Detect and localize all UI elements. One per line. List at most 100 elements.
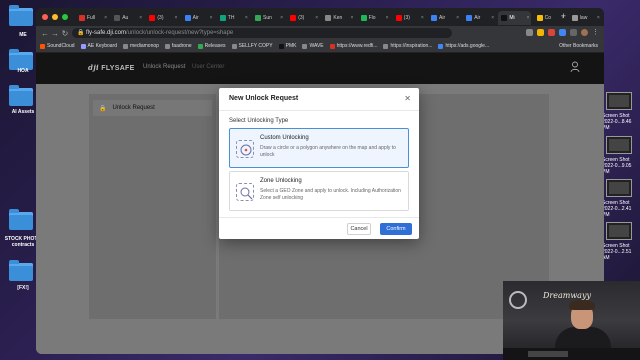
browser-tab[interactable]: Air × — [182, 11, 215, 25]
puzzle-icon[interactable] — [570, 29, 577, 36]
menu-kebab-icon[interactable]: ⋮ — [592, 29, 599, 36]
reload-icon[interactable]: ↻ — [60, 29, 70, 38]
close-tab-icon[interactable]: × — [174, 15, 177, 21]
browser-tab[interactable]: Air × — [463, 11, 496, 25]
divider — [219, 110, 419, 111]
back-icon[interactable]: ← — [40, 29, 50, 38]
option-custom-unlocking[interactable]: Custom Unlocking Draw a circle or a poly… — [229, 128, 409, 168]
browser-tab[interactable]: Ken × — [322, 11, 355, 25]
zoom-window-button[interactable] — [62, 14, 68, 20]
file-label: Screen Shot 2022-0...2.41 PM — [602, 200, 632, 218]
user-icon[interactable] — [570, 61, 580, 73]
extension-icon[interactable] — [559, 29, 566, 36]
bookmark-item[interactable]: Releases — [197, 43, 226, 49]
folder-stock-photo[interactable]: STOCK PHOTO contracts — [5, 209, 41, 248]
close-tab-icon[interactable]: × — [386, 15, 389, 21]
folder-fx[interactable]: [FX!] — [9, 260, 35, 291]
browser-tab[interactable]: (3) × — [393, 11, 426, 25]
tab-label: Mi — [509, 15, 515, 21]
close-tab-icon[interactable]: × — [491, 15, 494, 21]
dji-logo[interactable]: dji FLYSAFE — [88, 63, 135, 72]
lock-icon: 🔒 — [99, 105, 107, 112]
tab-label: Flo — [368, 15, 376, 21]
nav-user-center[interactable]: User Center — [192, 64, 224, 70]
browser-tab[interactable]: law × — [569, 11, 602, 25]
browser-tab[interactable]: Air × — [428, 11, 461, 25]
close-tab-icon[interactable]: × — [280, 15, 283, 21]
image-thumbnail-icon — [606, 92, 632, 110]
desktop-left-icons: ME HOA AI Assets STOCK PHOTO contracts [… — [0, 0, 41, 360]
close-tab-icon[interactable]: × — [315, 15, 318, 21]
bookmark-favicon-icon — [80, 43, 86, 49]
tab-label: (3) — [298, 15, 305, 21]
close-tab-icon[interactable]: × — [421, 15, 424, 21]
browser-tab[interactable]: Full × — [76, 11, 109, 25]
confirm-button[interactable]: Confirm — [380, 223, 412, 235]
geo-zone-icon — [236, 183, 254, 201]
file-label: Screen Shot 2022-0...9.05 PM — [602, 157, 632, 175]
profile-avatar[interactable] — [581, 29, 588, 36]
browser-tab[interactable]: (3) × — [146, 11, 179, 25]
share-icon[interactable] — [526, 29, 533, 36]
bookmark-item[interactable]: https://www.redfi... — [329, 43, 377, 49]
folder-me[interactable]: ME — [9, 5, 35, 38]
person-hair — [569, 300, 595, 310]
browser-tab[interactable]: Flo × — [358, 11, 391, 25]
browser-tab[interactable]: (3) × — [287, 11, 320, 25]
close-tab-icon[interactable]: × — [526, 15, 529, 21]
option-title: Zone Unlocking — [260, 178, 302, 184]
forward-icon[interactable]: → — [50, 29, 60, 38]
favicon-icon — [325, 15, 332, 21]
close-tab-icon[interactable]: × — [104, 15, 107, 21]
folder-hoa[interactable]: HOA — [9, 49, 35, 74]
bookmark-item[interactable]: WAVE — [302, 43, 324, 49]
file-label: Screen Shot 2022-0...2.51 AM — [602, 243, 632, 261]
browser-tab[interactable]: TH × — [217, 11, 250, 25]
browser-tab[interactable]: Au × — [111, 11, 144, 25]
bookmark-label: SELLFY COPY — [238, 43, 273, 49]
folder-icon — [9, 85, 33, 106]
bookmark-item[interactable]: SoundCloud — [40, 43, 75, 49]
bookmark-item[interactable]: AE Keyboard — [80, 43, 117, 49]
bookmark-item[interactable]: faadrone — [164, 43, 192, 49]
favicon-icon — [290, 15, 297, 21]
close-window-button[interactable] — [42, 14, 48, 20]
bookmark-item[interactable]: PMK — [278, 43, 297, 49]
other-bookmarks[interactable]: Other Bookmarks — [559, 43, 598, 49]
lock-icon: 🔒 — [77, 30, 85, 36]
tab-label: Full — [87, 15, 96, 21]
close-tab-icon[interactable]: × — [456, 15, 459, 21]
browser-tab[interactable]: Sun × — [252, 11, 285, 25]
bookmark-label: PMK — [285, 43, 297, 49]
close-tab-icon[interactable]: × — [139, 15, 142, 21]
bookmark-item[interactable]: https://ads.google... — [438, 43, 489, 49]
bookmark-item[interactable]: mediamonop — [123, 43, 159, 49]
minimize-window-button[interactable] — [52, 14, 58, 20]
close-tab-icon[interactable]: × — [350, 15, 353, 21]
bookmark-item[interactable]: SELLFY COPY — [231, 43, 273, 49]
sidebar-item-unlock-request[interactable]: 🔒 Unlock Request — [93, 100, 212, 116]
window-controls — [42, 14, 68, 20]
option-description: Select a GEO Zone and apply to unlock. I… — [260, 188, 401, 201]
new-unlock-request-modal: New Unlock Request ✕ Select Unlocking Ty… — [219, 88, 419, 239]
star-icon[interactable] — [537, 29, 544, 36]
close-tab-icon[interactable]: × — [210, 15, 213, 21]
nav-unlock-request[interactable]: Unlock Request — [143, 64, 185, 70]
close-icon[interactable]: ✕ — [404, 94, 411, 103]
favicon-icon — [360, 15, 367, 21]
browser-tab[interactable]: Mi × — [498, 11, 532, 25]
new-tab-button[interactable]: + — [561, 11, 566, 21]
cancel-button[interactable]: Cancel — [347, 223, 371, 235]
bookmark-favicon-icon — [40, 43, 45, 49]
address-bar[interactable]: 🔒 fly-safe.dji.com/unlock/unlock-request… — [72, 28, 452, 38]
close-tab-icon[interactable]: × — [245, 15, 248, 21]
favicon-icon — [466, 15, 473, 21]
favicon-icon — [149, 15, 156, 21]
close-tab-icon[interactable]: × — [597, 15, 600, 21]
bookmark-item[interactable]: https://inspiration... — [383, 43, 432, 49]
favicon-icon — [536, 15, 543, 21]
extension-icon[interactable] — [548, 29, 555, 36]
option-zone-unlocking[interactable]: Zone Unlocking Select a GEO Zone and app… — [229, 171, 409, 211]
file-label: Screen Shot 2022-0...8.46 PM — [602, 113, 632, 131]
folder-ai-assets[interactable]: AI Assets — [9, 85, 35, 115]
